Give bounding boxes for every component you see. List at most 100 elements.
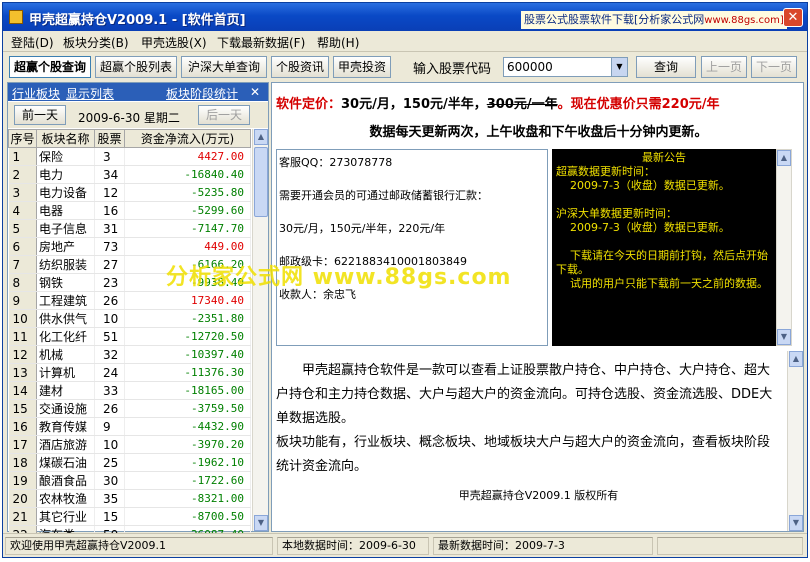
sector-scrollbar[interactable]: ▲ ▼ [252, 129, 268, 531]
status-latest-time: 最新数据时间：2009-7-3 [433, 537, 653, 555]
menu-download[interactable]: 下载最新数据(F) [217, 34, 305, 51]
sector-name: 供水供气 [36, 309, 95, 328]
stock-count: 33 [94, 381, 125, 400]
sector-name: 教育传媒 [36, 417, 95, 436]
contact-box[interactable]: 客服QQ：273078778 需要开通会员的可通过邮政储蓄银行汇款： 30元/月，1… [276, 149, 548, 346]
table-row[interactable]: 13 计算机 24 -11376.30 [8, 363, 251, 382]
table-row[interactable]: 7 纺织服装 27 -6166.20 [8, 255, 251, 274]
title-bar[interactable]: 甲壳超赢持仓V2009.1 - [软件首页] 股票公式股票软件下载[分析家公式网… [3, 3, 807, 31]
price-line: 软件定价：30元/月，150元/半年，300元/一年。现在优惠价只需220元/年 [276, 93, 720, 112]
description-scrollbar[interactable]: ▲ ▼ [787, 351, 803, 531]
scroll-up-icon[interactable]: ▲ [789, 351, 803, 367]
stock-count: 16 [94, 201, 125, 220]
table-row[interactable]: 9 工程建筑 26 17340.40 [8, 291, 251, 310]
table-row[interactable]: 11 化工化纤 51 -12720.50 [8, 327, 251, 346]
status-bar: 欢迎使用甲壳超赢持仓V2009.1 本地数据时间：2009-6-30 最新数据时… [3, 533, 807, 557]
contact-line: 收款人：余忠飞 [279, 288, 356, 301]
tab-invest[interactable]: 甲壳投资 [333, 56, 391, 78]
menu-login[interactable]: 登陆(D) [11, 34, 54, 51]
description-p2: 板块功能有，行业板块、概念板块、地域板块大户与超大户的资金流向，查看板块阶段统计… [276, 435, 771, 474]
stock-count: 32 [94, 345, 125, 364]
sector-name: 交通设施 [36, 399, 95, 418]
column-header[interactable]: 序号 [8, 129, 37, 148]
chevron-down-icon[interactable]: ▼ [611, 58, 627, 76]
price-main: 30元/月，150元/半年， [341, 97, 487, 112]
next-day-button[interactable]: 后一天 [198, 105, 250, 125]
table-row[interactable]: 20 农林牧渔 35 -8321.00 [8, 489, 251, 508]
close-icon[interactable]: ✕ [783, 8, 803, 27]
sector-name: 纺织服装 [36, 255, 95, 274]
stock-count: 35 [94, 489, 125, 508]
sector-name: 电子信息 [36, 219, 95, 238]
sector-name: 建材 [36, 381, 95, 400]
description-p1: 甲壳超赢持仓软件是一款可以查看上证股票散户持仓、中户持仓、大户持仓、超大户持仓和… [276, 363, 773, 426]
menu-stock-pick[interactable]: 甲壳选股(X) [141, 34, 207, 51]
stock-code-label: 输入股票代码 [413, 62, 492, 77]
table-row[interactable]: 17 酒店旅游 10 -3970.20 [8, 435, 251, 454]
scroll-thumb[interactable] [254, 147, 268, 217]
table-row[interactable]: 18 煤碳石油 25 -1962.10 [8, 453, 251, 472]
stock-code-input[interactable]: 600000 ▼ [503, 57, 628, 77]
row-index: 14 [8, 381, 37, 400]
prev-page-button[interactable]: 上一页 [701, 56, 747, 78]
menu-help[interactable]: 帮助(H) [317, 34, 359, 51]
close-icon[interactable]: ✕ [250, 85, 260, 99]
ad-banner[interactable]: 股票公式股票软件下载[分析家公式网www.88gs.com] [521, 11, 787, 29]
table-row[interactable]: 3 电力设备 12 -5235.80 [8, 183, 251, 202]
table-row[interactable]: 19 酿酒食品 30 -1722.60 [8, 471, 251, 490]
next-page-button[interactable]: 下一页 [751, 56, 797, 78]
row-index: 15 [8, 399, 37, 418]
notice-line: 下载请在今天的日期前打钩，然后点开始下载。 [556, 249, 768, 276]
scroll-up-icon[interactable]: ▲ [777, 150, 791, 166]
net-inflow: -1962.10 [124, 453, 251, 472]
stock-count: 31 [94, 219, 125, 238]
home-panel: 软件定价：30元/月，150元/半年，300元/一年。现在优惠价只需220元/年… [271, 82, 804, 532]
tab-industry-sector[interactable]: 行业板块 [12, 85, 60, 102]
column-header[interactable]: 板块名称 [36, 129, 95, 148]
tab-sector-stats[interactable]: 板块阶段统计 [166, 85, 238, 102]
table-row[interactable]: 4 电器 16 -5299.60 [8, 201, 251, 220]
tab-stock-query[interactable]: 超赢个股查询 [9, 56, 91, 78]
toolbar: 超赢个股查询 超赢个股列表 沪深大单查询 个股资讯 甲壳投资 输入股票代码 60… [3, 53, 807, 81]
net-inflow: -7147.70 [124, 219, 251, 238]
table-row[interactable]: 6 房地产 73 449.00 [8, 237, 251, 256]
menu-sector[interactable]: 板块分类(B) [63, 34, 129, 51]
contact-line [279, 207, 545, 218]
table-row[interactable]: 21 其它行业 15 -8700.50 [8, 507, 251, 526]
column-header[interactable]: 股票 [94, 129, 125, 148]
tab-stock-list[interactable]: 超赢个股列表 [95, 56, 177, 78]
sector-panel-header: 行业板块 显示列表 板块阶段统计 ✕ [8, 83, 268, 101]
notice-box[interactable]: 最新公告 超赢数据更新时间： 2009-7-3（收盘）数据已更新。 沪深大单数据更… [552, 149, 776, 346]
table-row[interactable]: 8 钢铁 23 -9938.40 [8, 273, 251, 292]
row-index: 20 [8, 489, 37, 508]
net-inflow: -3759.50 [124, 399, 251, 418]
table-row[interactable]: 10 供水供气 10 -2351.80 [8, 309, 251, 328]
app-window: 甲壳超赢持仓V2009.1 - [软件首页] 股票公式股票软件下载[分析家公式网… [2, 2, 808, 558]
status-welcome: 欢迎使用甲壳超赢持仓V2009.1 [5, 537, 273, 555]
tab-show-list[interactable]: 显示列表 [66, 85, 114, 102]
table-row[interactable]: 1 保险 3 4427.00 [8, 147, 251, 166]
notice-scrollbar[interactable]: ▲ ▼ [776, 149, 792, 346]
scroll-down-icon[interactable]: ▼ [254, 515, 268, 531]
row-index: 7 [8, 255, 37, 274]
tab-big-order[interactable]: 沪深大单查询 [181, 56, 267, 78]
tab-stock-news[interactable]: 个股资讯 [271, 56, 329, 78]
table-row[interactable]: 12 机械 32 -10397.40 [8, 345, 251, 364]
prev-day-button[interactable]: 前一天 [14, 105, 66, 125]
scroll-down-icon[interactable]: ▼ [789, 515, 803, 531]
table-row[interactable]: 2 电力 34 -16840.40 [8, 165, 251, 184]
scroll-down-icon[interactable]: ▼ [777, 329, 791, 345]
sector-name: 电器 [36, 201, 95, 220]
query-button[interactable]: 查询 [636, 56, 696, 78]
notice-line: 2009-7-3（收盘）数据已更新。 [556, 221, 730, 234]
contact-line: 邮政级卡：6221883410001803849 [279, 255, 467, 268]
status-empty [657, 537, 803, 555]
table-row[interactable]: 16 教育传媒 9 -4432.90 [8, 417, 251, 436]
table-row[interactable]: 5 电子信息 31 -7147.70 [8, 219, 251, 238]
table-row[interactable]: 15 交通设施 26 -3759.50 [8, 399, 251, 418]
scroll-up-icon[interactable]: ▲ [254, 129, 268, 145]
row-index: 9 [8, 291, 37, 310]
table-row[interactable]: 14 建材 33 -18165.00 [8, 381, 251, 400]
column-header[interactable]: 资金净流入(万元) [124, 129, 251, 148]
net-inflow: -5299.60 [124, 201, 251, 220]
